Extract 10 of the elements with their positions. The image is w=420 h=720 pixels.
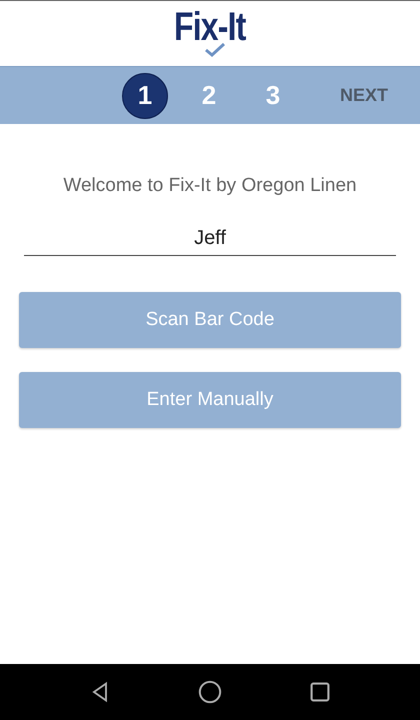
recents-icon[interactable] — [308, 680, 332, 704]
home-icon[interactable] — [198, 680, 222, 704]
action-button[interactable]: Scan Bar Code — [19, 292, 401, 348]
step-tab[interactable]: 1 — [122, 72, 168, 118]
check-icon — [205, 43, 226, 57]
step-tab[interactable]: 3 — [250, 72, 296, 118]
app-logo: Fix-It — [165, 1, 255, 47]
action-button[interactable]: Enter Manually — [19, 372, 401, 428]
step-tab[interactable]: 2 — [186, 72, 232, 118]
welcome-text: Welcome to Fix-It by Oregon Linen — [62, 175, 358, 197]
